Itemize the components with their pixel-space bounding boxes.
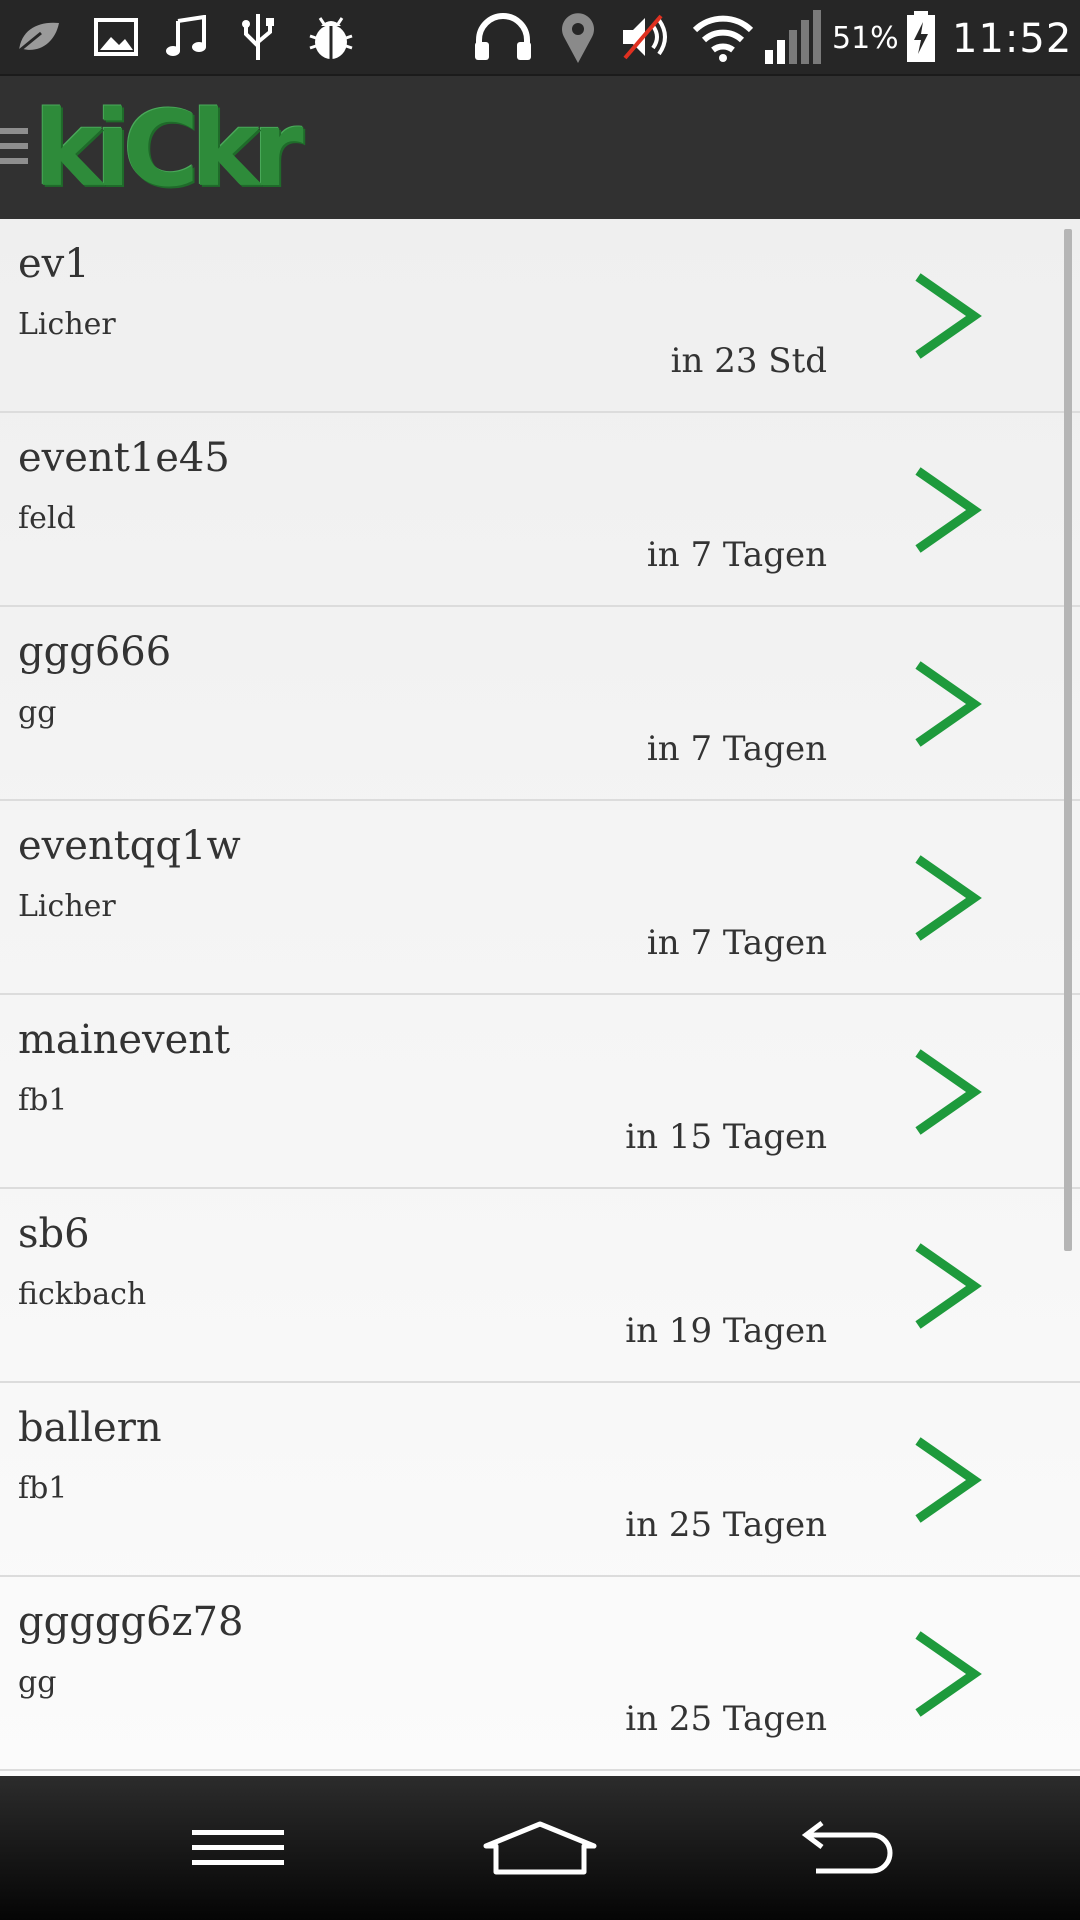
wifi-icon — [690, 8, 756, 66]
event-title: sb6 — [18, 1211, 90, 1257]
event-location: feld — [18, 501, 76, 536]
drawer-menu-icon[interactable] — [0, 128, 30, 172]
music-icon — [162, 8, 212, 66]
signal-icon — [762, 8, 822, 66]
clock: 11:52 — [952, 16, 1073, 62]
app-logo[interactable]: kiCkr — [34, 94, 304, 204]
usb-icon — [236, 8, 280, 66]
event-time: in 15 Tagen — [625, 1117, 827, 1157]
status-bar: 51% 11:52 — [0, 0, 1080, 74]
chevron-right-icon[interactable] — [912, 1241, 984, 1331]
event-title: ggggg6z78 — [18, 1599, 244, 1645]
chevron-right-icon[interactable] — [912, 1629, 984, 1719]
event-row[interactable]: ev1 Licher in 23 Std — [0, 219, 1080, 413]
event-title: ggg666 — [18, 629, 172, 675]
event-location: Licher — [18, 307, 116, 342]
back-button[interactable] — [768, 1776, 923, 1920]
event-location: fb1 — [18, 1083, 68, 1118]
event-row[interactable]: ggg666 gg in 7 Tagen — [0, 607, 1080, 801]
bug-icon — [304, 8, 358, 66]
scrollbar[interactable] — [1064, 229, 1072, 1251]
chevron-right-icon[interactable] — [912, 1435, 984, 1525]
event-row[interactable]: eventqq1w Licher in 7 Tagen — [0, 801, 1080, 995]
event-time: in 7 Tagen — [646, 923, 827, 963]
location-icon — [556, 8, 600, 66]
event-time: in 7 Tagen — [646, 535, 827, 575]
chevron-right-icon[interactable] — [912, 271, 984, 361]
chevron-right-icon[interactable] — [912, 659, 984, 749]
event-title: eventqq1w — [18, 823, 241, 869]
event-row[interactable]: event1e45 feld in 7 Tagen — [0, 413, 1080, 607]
headphones-icon — [470, 8, 536, 66]
navigation-bar — [0, 1776, 1080, 1920]
menu-button[interactable] — [160, 1776, 315, 1920]
event-title: ev1 — [18, 241, 90, 287]
event-row[interactable]: sb6 fickbach in 19 Tagen — [0, 1189, 1080, 1383]
event-location: gg — [18, 1665, 57, 1700]
home-button[interactable] — [460, 1776, 620, 1920]
leaf-icon — [14, 8, 62, 66]
event-title: ballern — [18, 1405, 162, 1451]
muted-volume-icon — [618, 8, 678, 66]
action-bar: kiCkr — [0, 74, 1080, 219]
event-time: in 23 Std — [670, 341, 827, 381]
event-list[interactable]: ev1 Licher in 23 Std event1e45 feld in 7 Tage… — [0, 219, 1080, 1776]
event-time: in 25 Tagen — [625, 1699, 827, 1739]
battery-percent: 51% — [832, 21, 899, 56]
event-location: gg — [18, 695, 57, 730]
battery-charging-icon — [904, 8, 938, 66]
event-location: fb1 — [18, 1471, 68, 1506]
event-location: Licher — [18, 889, 116, 924]
event-title: mainevent — [18, 1017, 231, 1063]
event-time: in 25 Tagen — [625, 1505, 827, 1545]
event-location: fickbach — [18, 1277, 147, 1312]
back-icon — [801, 1821, 892, 1874]
event-title: event1e45 — [18, 435, 230, 481]
image-icon — [92, 8, 140, 66]
event-time: in 7 Tagen — [646, 729, 827, 769]
event-time: in 19 Tagen — [625, 1311, 827, 1351]
home-icon — [483, 1821, 597, 1875]
menu-icon — [191, 1830, 284, 1865]
chevron-right-icon[interactable] — [912, 853, 984, 943]
chevron-right-icon[interactable] — [912, 465, 984, 555]
event-row[interactable]: mainevent fb1 in 15 Tagen — [0, 995, 1080, 1189]
chevron-right-icon[interactable] — [912, 1047, 984, 1137]
event-row[interactable]: ballern fb1 in 25 Tagen — [0, 1383, 1080, 1577]
event-row[interactable]: ggggg6z78 gg in 25 Tagen — [0, 1577, 1080, 1771]
